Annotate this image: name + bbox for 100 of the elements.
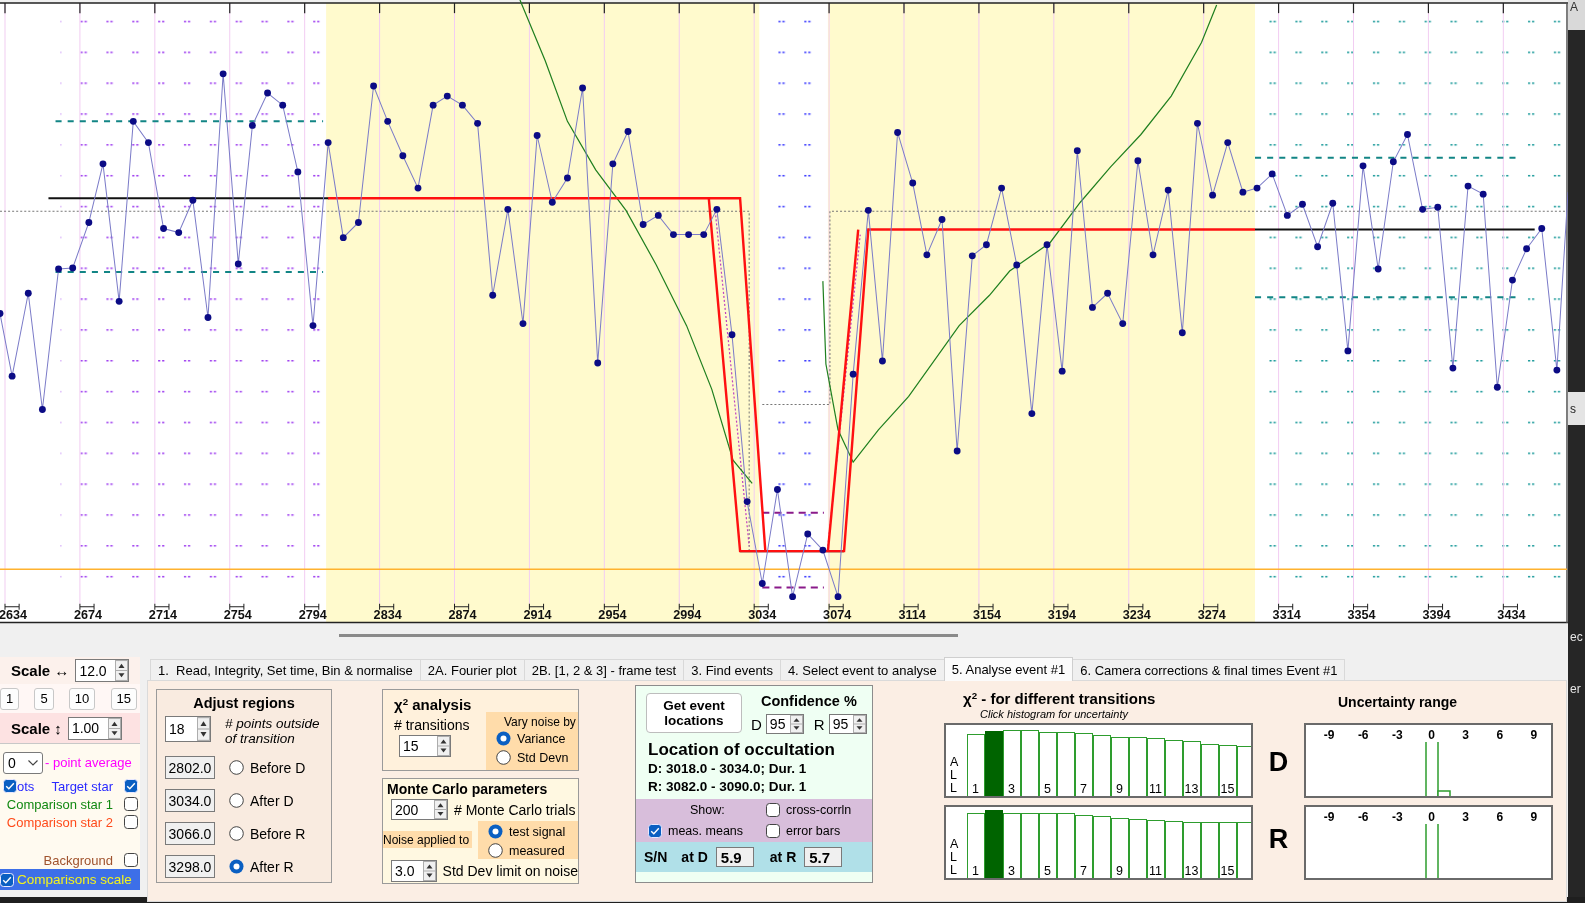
spin-box[interactable]: 95	[765, 714, 804, 734]
radio-label: After R	[250, 858, 294, 875]
histogram-bar[interactable]: 1	[966, 812, 985, 878]
radio-label: Before R	[250, 825, 306, 842]
chevron-down-icon	[28, 759, 38, 766]
cut-off-text: s	[1568, 392, 1585, 425]
uncertainty-plot[interactable]: -9 -6 -3 0 3 6 9	[1304, 723, 1553, 798]
scale-step-button[interactable]: 1	[0, 687, 20, 710]
spin-box[interactable]: 18	[165, 716, 211, 742]
radio-label: Variance	[517, 731, 566, 746]
field-label: at D	[681, 849, 708, 865]
spin-arrows-icon[interactable]	[852, 715, 866, 733]
location-result: D: 3018.0 - 3034.0; Dur. 1	[648, 760, 808, 778]
spin-arrows-icon[interactable]	[789, 715, 803, 733]
spin-arrows-icon[interactable]	[107, 717, 121, 739]
cut-off-text: A	[1568, 0, 1585, 30]
field-label: Std Dev limit on noise	[442, 863, 578, 879]
checkbox-label: Background	[43, 852, 113, 868]
tab[interactable]: 5. Analyse event #1	[943, 657, 1074, 681]
scale-step-button[interactable]: 15	[110, 687, 137, 710]
group-title: Monte Carlo parameters	[386, 781, 549, 797]
spin-box[interactable]: 1.00	[67, 716, 122, 740]
dropdown[interactable]: 0	[3, 751, 43, 774]
radio-label: test signal	[509, 824, 566, 839]
panel-title: χ$^{2}$ - for different transitions	[962, 688, 1157, 708]
scale-step-button[interactable]: 10	[68, 687, 96, 710]
checkbox-label: error bars	[786, 824, 841, 839]
checkbox[interactable]	[124, 815, 138, 829]
field-label: D	[751, 715, 762, 733]
location-result: R: 3082.0 - 3090.0; Dur. 1	[648, 778, 808, 796]
spin-arrows-icon[interactable]	[434, 800, 447, 819]
number-field[interactable]: 3298.0	[165, 855, 215, 878]
field-label: # points outside of transition	[225, 716, 321, 746]
spin-arrows-icon[interactable]	[437, 736, 450, 756]
event-label: D	[1268, 747, 1289, 777]
field-label: S/N	[644, 849, 668, 865]
hint-text: Click histogram for uncertainty	[979, 708, 1130, 722]
field-label: R	[813, 715, 825, 733]
checkbox-label: cross-corrln	[786, 802, 852, 817]
radio-button[interactable]	[229, 760, 244, 775]
number-field[interactable]: 3034.0	[165, 789, 215, 812]
tab[interactable]: 1. Read, Integrity, Set time, Bin & normalise	[150, 659, 421, 680]
tab[interactable]: 6. Camera corrections & final times Event #1	[1072, 659, 1346, 680]
get-locations-button[interactable]: Get event locations	[646, 693, 742, 733]
event-label: R	[1268, 824, 1289, 854]
radio-button[interactable]	[496, 750, 511, 765]
checkbox[interactable]	[766, 824, 780, 839]
cut-off-text: ec	[1569, 630, 1584, 644]
uncertainty-plot[interactable]: -9 -6 -3 0 3 6 9	[1304, 805, 1553, 880]
radio-button[interactable]	[229, 859, 244, 874]
radio-label: Std Devn	[517, 750, 569, 765]
spin-box[interactable]: 12.0	[75, 659, 130, 682]
radio-button[interactable]	[229, 826, 244, 841]
scale-step-button[interactable]: 5	[34, 687, 54, 710]
spin-box[interactable]: 15	[399, 735, 451, 757]
checkbox[interactable]	[766, 802, 780, 817]
checkbox-label: meas. means	[668, 824, 744, 839]
histogram-all-label: ALL	[950, 838, 960, 877]
spin-box[interactable]: 95	[828, 714, 867, 734]
radio-label: measured	[509, 843, 565, 858]
number-field[interactable]: 5.7	[804, 847, 843, 867]
spin-arrows-icon[interactable]	[197, 717, 210, 741]
radio-button[interactable]	[488, 843, 503, 858]
checkbox-label: ots	[17, 778, 35, 794]
field-label: Show:	[689, 802, 726, 817]
field-label: # transitions	[394, 717, 471, 733]
number-field[interactable]: 3066.0	[165, 822, 215, 845]
checkbox-label: Comparison star 2	[6, 814, 113, 830]
spin-arrows-icon[interactable]	[115, 660, 129, 681]
checkbox[interactable]	[124, 797, 138, 811]
radio-label: After D	[250, 792, 294, 809]
tab[interactable]: 2B. [1, 2 & 3] - frame test	[523, 659, 685, 680]
cut-off-text: er	[1569, 682, 1582, 696]
checkbox[interactable]	[124, 853, 138, 867]
field-label: # Monte Carlo trials	[454, 801, 576, 818]
spin-arrows-icon[interactable]	[422, 861, 436, 881]
scale-label: Scale ↕	[11, 719, 62, 737]
group-title: Confidence %	[760, 693, 857, 709]
radio-button[interactable]	[229, 793, 244, 808]
spin-box[interactable]: 200	[391, 799, 448, 820]
radio-button[interactable]	[496, 731, 511, 746]
tab[interactable]: 4. Select event to analyse	[779, 659, 945, 680]
checkbox-label: Comparisons scale	[17, 872, 132, 887]
panel-title: Uncertainty range	[1337, 693, 1459, 712]
histogram-all-label: ALL	[950, 756, 960, 795]
number-field[interactable]: 2802.0	[165, 756, 215, 779]
radio-button[interactable]	[488, 824, 503, 839]
field-label: - point average	[45, 755, 132, 770]
tab[interactable]: 2A. Fourier plot	[419, 659, 525, 680]
spin-box[interactable]: 3.0	[391, 860, 437, 882]
radio-label: Before D	[250, 759, 306, 776]
checkbox-label: Comparison star 1	[6, 796, 113, 812]
scale-label: Scale ↔	[11, 662, 70, 679]
histogram-bar[interactable]: 1	[966, 733, 985, 796]
histogram[interactable]: ALL 1 3 5 7 9 11 13 15	[944, 723, 1253, 798]
group-title: Adjust regions	[192, 695, 296, 711]
scrollbar-thumb[interactable]	[339, 634, 958, 637]
number-field[interactable]: 5.9	[715, 847, 754, 867]
histogram[interactable]: ALL 1 3 5 7 9 11 13 15	[944, 805, 1253, 880]
group-title: χ$^{2}$ analysis	[394, 696, 473, 713]
